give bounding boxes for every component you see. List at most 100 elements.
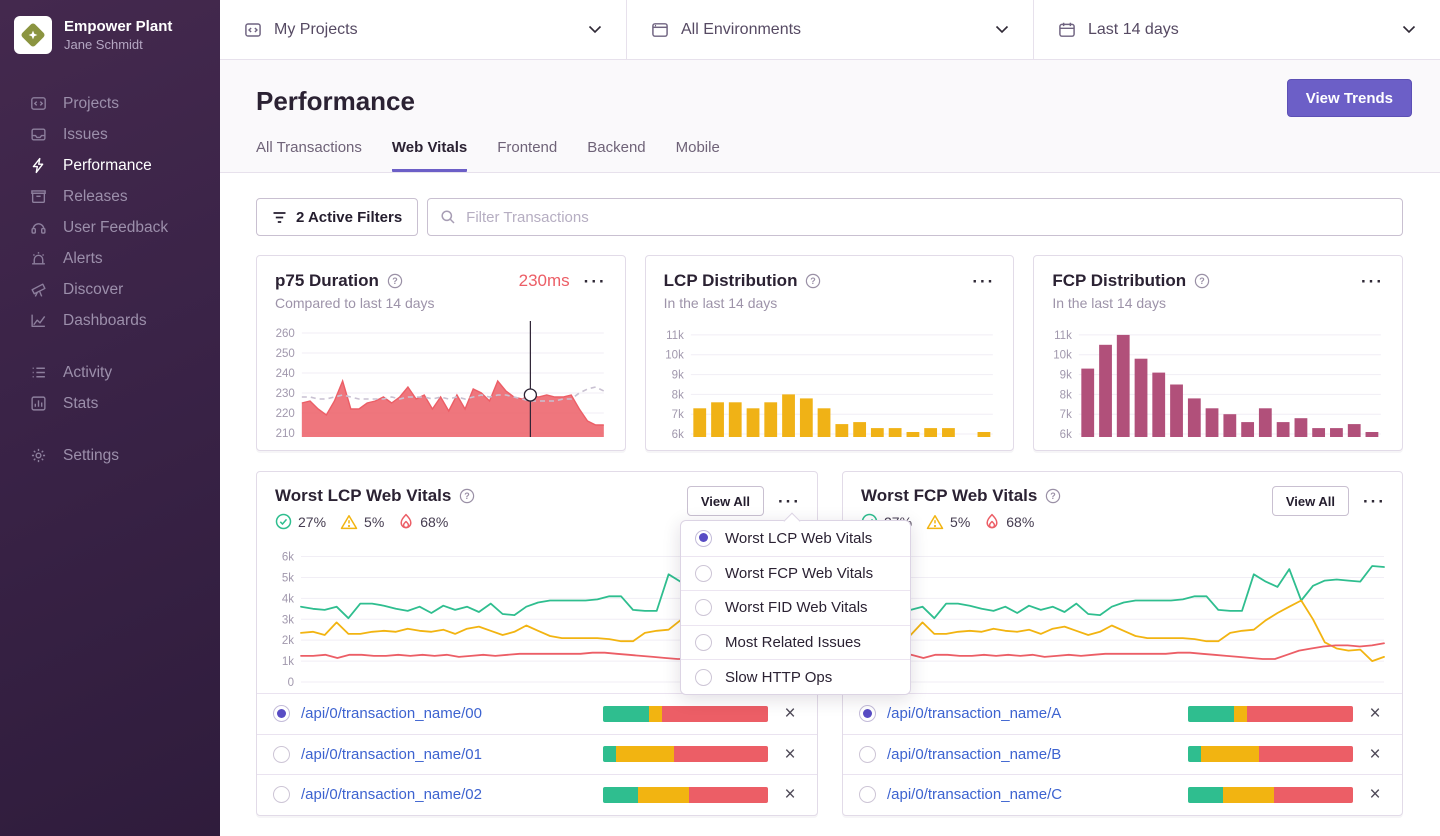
tab-all-transactions[interactable]: All Transactions <box>256 139 362 172</box>
transaction-radio[interactable] <box>859 786 876 803</box>
page-header: Performance View Trends All Transactions… <box>220 60 1440 173</box>
vitals-breakdown-bar[interactable] <box>603 746 768 762</box>
card-menu-button[interactable]: ··· <box>584 273 607 290</box>
empower-plant-logo-icon <box>20 22 46 48</box>
environment-picker-label: All Environments <box>681 21 983 39</box>
sidebar-item-label: Alerts <box>63 250 103 268</box>
vitals-breakdown-bar[interactable] <box>1188 787 1353 803</box>
meh-warning-icon <box>340 514 358 530</box>
meh-warning-icon <box>926 514 944 530</box>
dropdown-item-slow-http-ops[interactable]: Slow HTTP Ops <box>681 659 910 694</box>
tab-mobile[interactable]: Mobile <box>676 139 720 172</box>
sidebar-item-label: Performance <box>63 157 152 175</box>
vitals-breakdown-bar[interactable] <box>1188 746 1353 762</box>
tab-web-vitals[interactable]: Web Vitals <box>392 139 467 172</box>
sidebar-item-alerts[interactable]: Alerts <box>0 243 220 274</box>
transaction-link[interactable]: /api/0/transaction_name/C <box>887 786 1177 803</box>
transaction-link[interactable]: /api/0/transaction_name/02 <box>301 786 592 803</box>
sidebar-item-issues[interactable]: Issues <box>0 119 220 150</box>
active-filters-label: 2 Active Filters <box>296 209 402 226</box>
svg-text:3k: 3k <box>282 614 294 626</box>
lcp-distribution-chart[interactable]: 11k10k9k8k7k6k <box>646 311 1014 450</box>
sidebar-item-releases[interactable]: Releases <box>0 181 220 212</box>
transaction-radio[interactable] <box>273 746 290 763</box>
dropdown-item-worst-fid[interactable]: Worst FID Web Vitals <box>681 590 910 625</box>
close-icon[interactable]: × <box>779 745 801 764</box>
dropdown-item-worst-fcp[interactable]: Worst FCP Web Vitals <box>681 556 910 591</box>
view-all-button[interactable]: View All <box>687 486 764 516</box>
sidebar-item-stats[interactable]: Stats <box>0 388 220 419</box>
svg-text:220: 220 <box>276 408 295 420</box>
poor-flame-icon <box>398 513 414 530</box>
dropdown-item-label: Slow HTTP Ops <box>725 669 832 686</box>
card-menu-button[interactable]: ··· <box>778 493 801 510</box>
tab-backend[interactable]: Backend <box>587 139 645 172</box>
help-icon[interactable]: ? <box>459 488 475 504</box>
dropdown-item-label: Worst LCP Web Vitals <box>725 530 872 547</box>
sidebar-item-label: Issues <box>63 126 108 144</box>
option-radio <box>695 530 712 547</box>
svg-text:4k: 4k <box>282 593 294 605</box>
dropdown-item-label: Worst FCP Web Vitals <box>725 565 873 582</box>
help-icon[interactable]: ? <box>1194 273 1210 289</box>
sidebar-item-user-feedback[interactable]: User Feedback <box>0 212 220 243</box>
transaction-link[interactable]: /api/0/transaction_name/00 <box>301 705 592 722</box>
transaction-radio[interactable] <box>859 705 876 722</box>
vitals-breakdown-bar[interactable] <box>603 787 768 803</box>
transaction-link[interactable]: /api/0/transaction_name/A <box>887 705 1177 722</box>
close-icon[interactable]: × <box>1364 745 1386 764</box>
dropdown-item-worst-lcp[interactable]: Worst LCP Web Vitals <box>681 521 910 556</box>
view-all-button[interactable]: View All <box>1272 486 1349 516</box>
transaction-radio[interactable] <box>273 705 290 722</box>
transaction-radio[interactable] <box>273 786 290 803</box>
p75-duration-chart[interactable]: 260250240230220210 <box>257 311 625 450</box>
help-icon[interactable]: ? <box>387 273 403 289</box>
org-switcher[interactable]: Empower Plant Jane Schmidt <box>0 0 220 64</box>
help-icon[interactable]: ? <box>805 273 821 289</box>
card-subtitle: Compared to last 14 days <box>257 291 625 311</box>
help-icon[interactable]: ? <box>1045 488 1061 504</box>
vitals-breakdown-bar[interactable] <box>603 706 768 722</box>
close-icon[interactable]: × <box>779 704 801 723</box>
project-picker[interactable]: My Projects <box>220 0 627 59</box>
svg-text:?: ? <box>392 276 398 286</box>
card-menu-button[interactable]: ··· <box>972 273 995 290</box>
search-input[interactable] <box>466 209 1390 226</box>
sidebar-item-projects[interactable]: Projects <box>0 88 220 119</box>
vitals-breakdown-bar[interactable] <box>1188 706 1353 722</box>
sidebar-item-label: Activity <box>63 364 112 382</box>
good-percent: 27% <box>298 514 326 530</box>
svg-text:9k: 9k <box>671 370 683 382</box>
dropdown-item-label: Most Related Issues <box>725 634 861 651</box>
card-menu-button[interactable]: ··· <box>1361 273 1384 290</box>
environment-picker[interactable]: All Environments <box>627 0 1034 59</box>
svg-text:?: ? <box>811 276 817 286</box>
transaction-row: /api/0/transaction_name/00 × <box>257 693 817 734</box>
svg-text:6k: 6k <box>1060 429 1072 441</box>
dropdown-item-most-related-issues[interactable]: Most Related Issues <box>681 625 910 660</box>
fcp-distribution-chart[interactable]: 11k10k9k8k7k6k <box>1034 311 1402 450</box>
card-title: Worst LCP Web Vitals <box>275 486 451 506</box>
date-range-picker[interactable]: Last 14 days <box>1034 0 1440 59</box>
sidebar-item-dashboards[interactable]: Dashboards <box>0 305 220 336</box>
sidebar-item-discover[interactable]: Discover <box>0 274 220 305</box>
card-menu-button[interactable]: ··· <box>1363 493 1386 510</box>
svg-text:?: ? <box>1199 276 1205 286</box>
sidebar-item-activity[interactable]: Activity <box>0 357 220 388</box>
close-icon[interactable]: × <box>1364 704 1386 723</box>
active-filters-button[interactable]: 2 Active Filters <box>256 198 418 236</box>
close-icon[interactable]: × <box>779 785 801 804</box>
transaction-radio[interactable] <box>859 746 876 763</box>
vitals-type-dropdown: Worst LCP Web Vitals Worst FCP Web Vital… <box>680 520 911 695</box>
view-trends-button[interactable]: View Trends <box>1287 79 1412 117</box>
svg-text:?: ? <box>1051 491 1057 501</box>
tab-frontend[interactable]: Frontend <box>497 139 557 172</box>
transaction-link[interactable]: /api/0/transaction_name/01 <box>301 746 592 763</box>
transaction-link[interactable]: /api/0/transaction_name/B <box>887 746 1177 763</box>
worst-fcp-chart[interactable]: 6k5k4k3k2k1k0 <box>843 530 1402 693</box>
sidebar-item-settings[interactable]: Settings <box>0 440 220 471</box>
card-title: Worst FCP Web Vitals <box>861 486 1037 506</box>
sidebar-item-performance[interactable]: Performance <box>0 150 220 181</box>
close-icon[interactable]: × <box>1364 785 1386 804</box>
svg-text:240: 240 <box>276 368 295 380</box>
